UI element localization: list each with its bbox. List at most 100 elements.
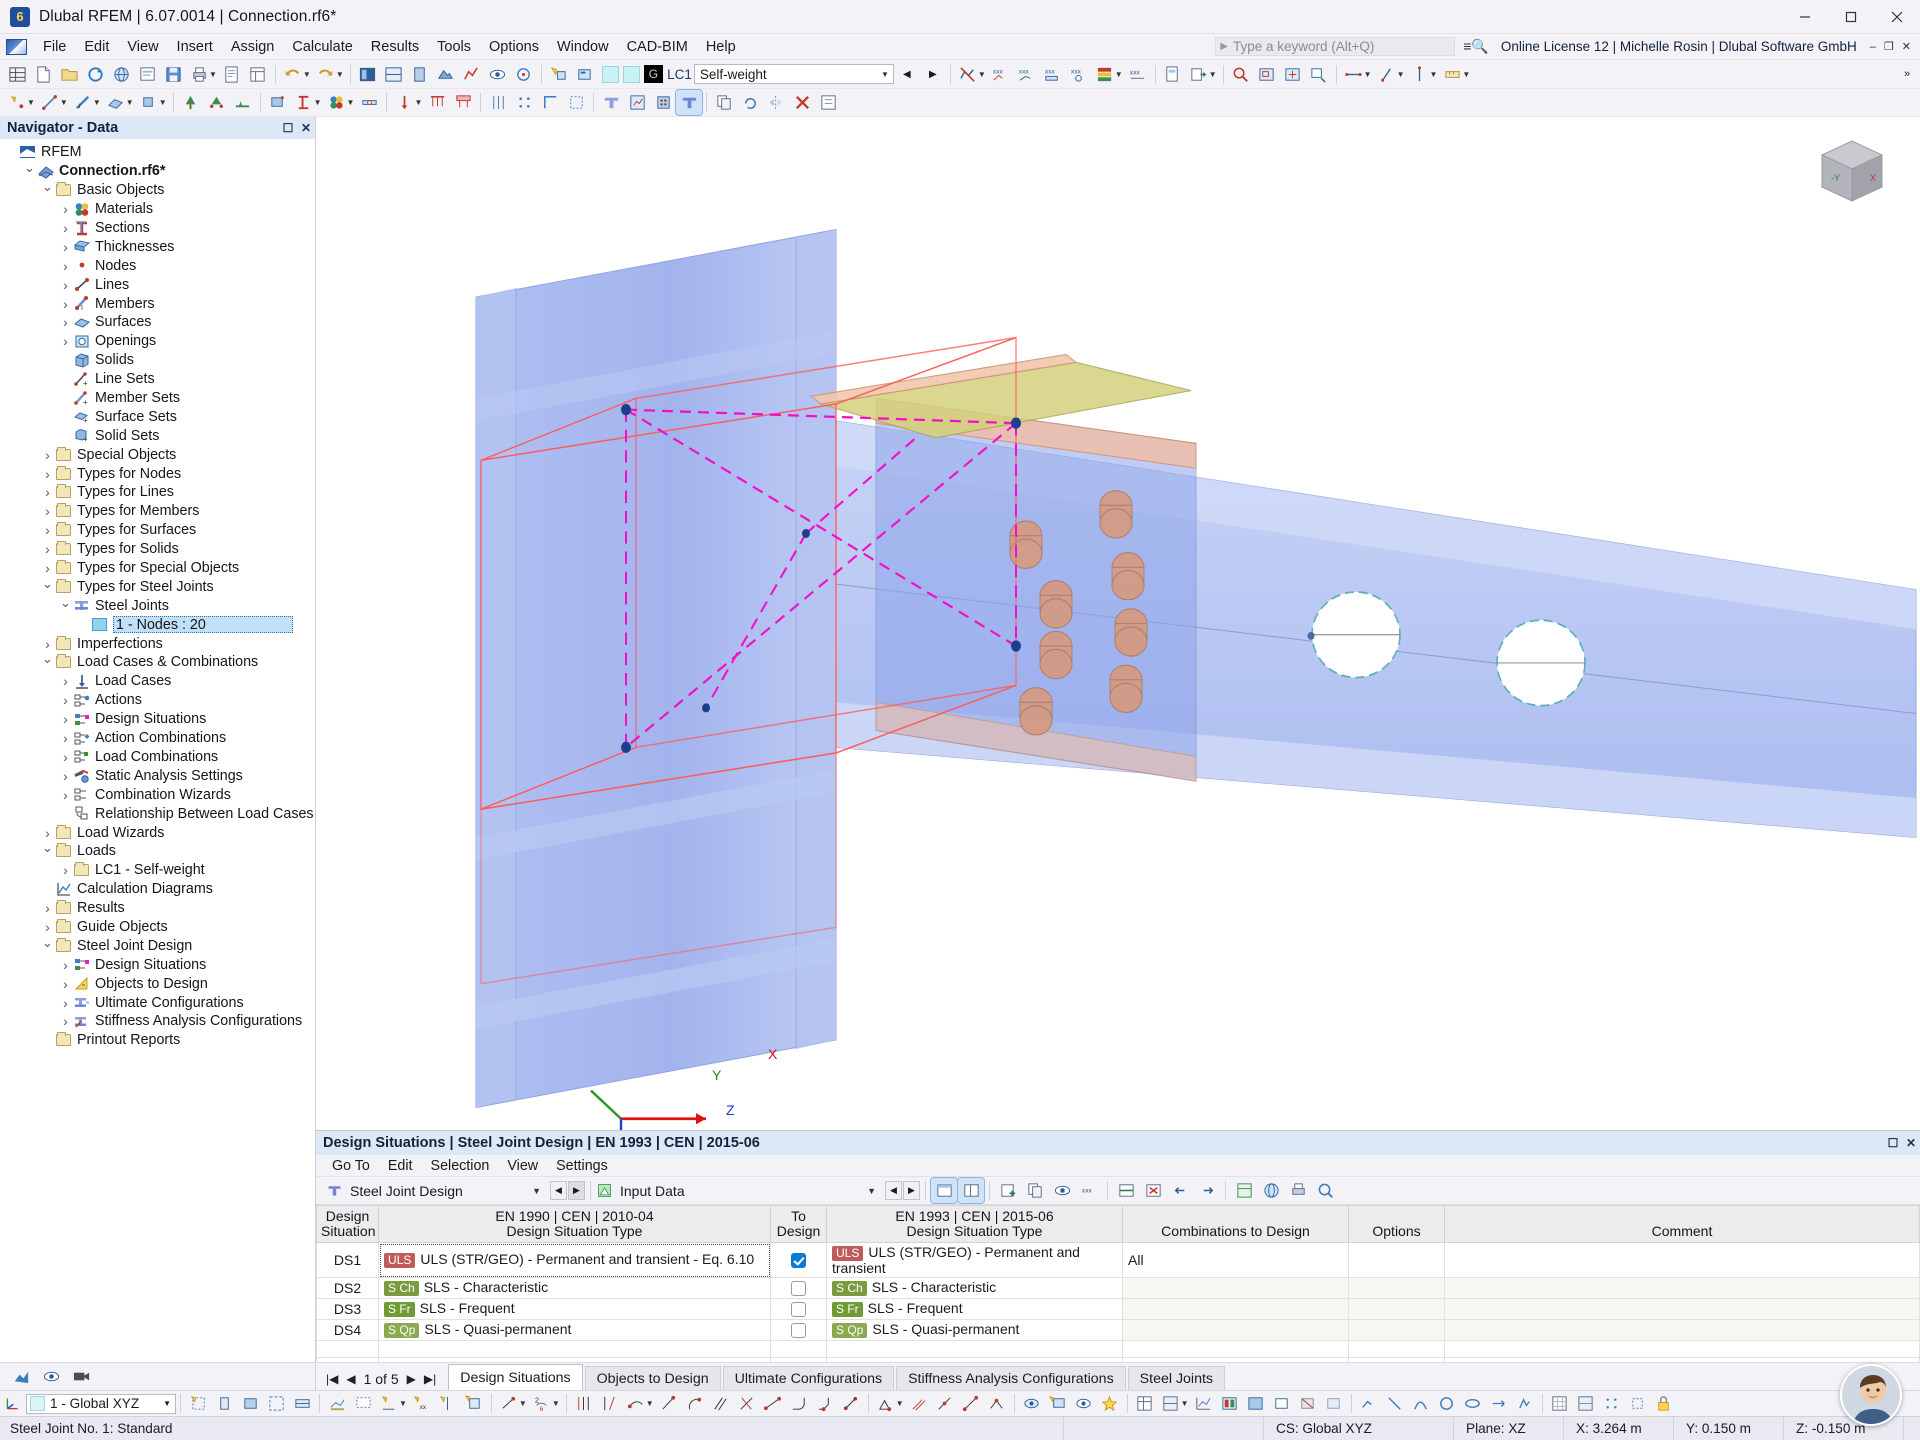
tree-item[interactable]: Surfaces [0,313,315,332]
coordinate-system-select[interactable]: 1 - Global XYZ ▼ [26,1394,176,1414]
copy-object-icon[interactable] [711,90,737,115]
panel-pin-icon[interactable]: ☐ [1884,1134,1902,1152]
th-comment[interactable]: Comment [1445,1206,1920,1243]
undo-icon[interactable] [280,62,306,87]
render-mode-4-icon[interactable] [1434,1391,1460,1416]
cell-en1993-type[interactable]: S QpSLS - Quasi-permanent [827,1320,1123,1341]
tree-item[interactable]: Steel Joint Design [0,936,315,955]
tree-item[interactable]: Relationship Between Load Cases [0,804,315,823]
color-scale-icon[interactable] [1092,62,1118,87]
chevron-down-icon[interactable] [40,579,55,595]
cell-options[interactable] [1349,1278,1445,1299]
tree-item[interactable]: Connection.rf6* [0,162,315,181]
chevron-right-icon[interactable] [40,447,55,463]
joint-model-icon[interactable] [650,90,676,115]
tree-item[interactable]: Types for Solids [0,540,315,559]
zoom-all-icon[interactable] [1280,62,1306,87]
properties-icon[interactable] [815,90,841,115]
chevron-right-icon[interactable] [58,296,73,312]
move-nodes-icon[interactable] [906,1391,932,1416]
cell-comment[interactable] [1445,1320,1920,1341]
view-wireframe-icon[interactable] [381,62,407,87]
snap-grid-icon[interactable] [1599,1391,1625,1416]
line-tool-icon[interactable] [37,90,63,115]
steel-joint-icon[interactable] [598,90,624,115]
tree-item[interactable]: RFEM [0,143,315,162]
chevron-right-icon[interactable] [58,201,73,217]
view-solid-icon[interactable] [407,62,433,87]
chevron-right-icon[interactable] [58,787,73,803]
module-prev-button[interactable]: ◀ [550,1181,567,1200]
cell-design-situation[interactable]: DS4 [317,1320,379,1341]
menu-calculate[interactable]: Calculate [283,37,361,57]
tree-item[interactable]: Design Situations [0,710,315,729]
result-table-icon[interactable]: xxx [1125,62,1151,87]
render-mode-6-icon[interactable] [1486,1391,1512,1416]
tab-design-situations[interactable]: Design Situations [448,1364,582,1390]
panel-help-icon[interactable] [1312,1178,1338,1203]
tree-item[interactable]: Design Situations [0,955,315,974]
pager-next-button[interactable]: ▶ [407,1372,416,1386]
design-icon[interactable] [624,90,650,115]
tab-ultimate-configurations[interactable]: Ultimate Configurations [723,1366,894,1390]
dimension-x-icon[interactable] [1341,62,1367,87]
module-next-button[interactable]: ▶ [568,1181,585,1200]
next-load-case-button[interactable]: ▶ [920,62,946,87]
th-to-design[interactable]: ToDesign [771,1206,827,1243]
cell-comment[interactable] [1445,1299,1920,1320]
render-mode-3-icon[interactable] [1408,1391,1434,1416]
line-load-icon[interactable] [424,90,450,115]
node-snap-icon[interactable] [211,1391,237,1416]
line-snap-icon[interactable] [496,1391,522,1416]
panel-menu-settings[interactable]: Settings [548,1157,616,1175]
menu-results[interactable]: Results [362,37,428,57]
th-en1990[interactable]: EN 1990 | CEN | 2010-04Design Situation … [379,1206,771,1243]
panel-move-right-icon[interactable] [1194,1178,1220,1203]
pager-last-button[interactable]: ▶| [424,1372,436,1386]
chevron-right-icon[interactable] [58,976,73,992]
divide-icon[interactable]: 26 [529,1391,555,1416]
cell-design-situation[interactable]: DS1 [317,1243,379,1278]
cell-to-design[interactable] [771,1278,827,1299]
object-snap-icon[interactable] [563,90,589,115]
tab-steel-joints[interactable]: Steel Joints [1128,1366,1225,1390]
snap-axis-icon[interactable] [435,1391,461,1416]
grid-toggle-2-icon[interactable] [1573,1391,1599,1416]
cell-en1990-type[interactable]: S QpSLS - Quasi-permanent [379,1320,771,1341]
render-mode-2-icon[interactable] [1382,1391,1408,1416]
cell-to-design[interactable] [771,1320,827,1341]
new-load-case-icon[interactable] [546,62,572,87]
chevron-down-icon[interactable] [58,598,73,614]
cell-en1990-type[interactable]: S ChSLS - Characteristic [379,1278,771,1299]
navigator-close-icon[interactable]: ✕ [297,119,315,137]
maximize-button[interactable] [1828,0,1874,34]
hinge-icon[interactable] [356,90,382,115]
layer-icon[interactable] [289,1391,315,1416]
tree-item[interactable]: Types for Lines [0,483,315,502]
angle-lines-icon[interactable] [597,1391,623,1416]
tangent-icon[interactable] [623,1391,649,1416]
chevron-right-icon[interactable] [40,919,55,935]
to-design-checkbox[interactable] [791,1323,806,1338]
tree-item[interactable]: Load Cases & Combinations [0,653,315,672]
tree-item[interactable]: Openings [0,332,315,351]
extend-icon[interactable] [760,1391,786,1416]
cell-options[interactable] [1349,1243,1445,1278]
toolbar-overflow-icon[interactable]: » [1894,62,1920,87]
data-prev-button[interactable]: ◀ [885,1181,902,1200]
parallel-lines-icon[interactable] [571,1391,597,1416]
tree-item[interactable]: Action Combinations [0,729,315,748]
result-values-3-icon[interactable]: xxx [1040,62,1066,87]
snap-icon[interactable] [511,62,537,87]
panel-filter-icon[interactable] [931,1178,957,1203]
table-body[interactable]: DS1ULSULS (STR/GEO) - Permanent and tran… [317,1243,1920,1363]
panel-print-icon[interactable] [1285,1178,1311,1203]
shade-icon[interactable] [1243,1391,1269,1416]
tree-item[interactable]: Solids [0,351,315,370]
member-tool-icon[interactable]: I [70,90,96,115]
polyline-icon[interactable] [656,1391,682,1416]
chevron-right-icon[interactable] [58,862,73,878]
tree-item[interactable]: +Line Sets [0,370,315,389]
cell-en1993-type[interactable]: S FrSLS - Frequent [827,1299,1123,1320]
rotate-icon[interactable] [737,90,763,115]
